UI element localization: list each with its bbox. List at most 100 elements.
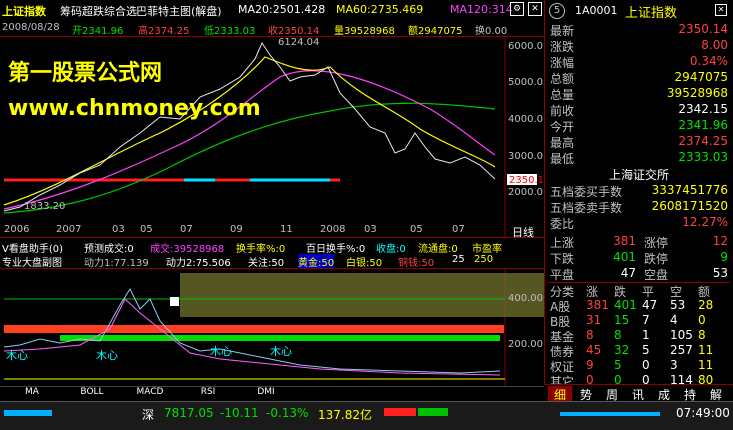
sub2-y-tick: 200.00 <box>508 339 543 350</box>
breadth-value: 401 <box>613 250 636 264</box>
open-label: 开2341.96 <box>72 26 124 37</box>
x-tick: 2006 <box>4 224 30 235</box>
table-row[interactable]: A股 381 401 47 53 28 <box>548 298 730 314</box>
y-tick: 3000.0 <box>508 151 543 162</box>
quote-row: 涨幅 0.34% <box>548 54 730 70</box>
date-label: 2008/08/28 <box>2 22 60 33</box>
table-row[interactable]: 债券 45 32 5 257 11 <box>548 343 730 359</box>
table-row[interactable]: 权证 9 5 0 3 11 <box>548 358 730 374</box>
breadth-value: 53 <box>712 266 728 280</box>
watermark-url: www.chnmoney.com <box>8 96 261 121</box>
sub1-title[interactable]: V看盘助手(0) <box>2 240 63 254</box>
breadth-label: 平盘 <box>550 268 575 282</box>
quote-value: 2947075 <box>674 70 728 84</box>
breadth-value: 381 <box>613 234 636 248</box>
period-label[interactable]: 日线 <box>512 224 534 240</box>
quote-value: 2350.14 <box>678 22 728 36</box>
quote-row: 总额 2947075 <box>548 70 730 86</box>
sub2-field: 动力1:77.139 <box>84 258 149 268</box>
tab-boll[interactable]: BOLL <box>72 387 112 401</box>
quote-value: 2333.03 <box>678 150 728 164</box>
table-cell: 8 <box>614 328 622 342</box>
quote-label: 涨跌 <box>550 40 575 54</box>
x-tick: 05 <box>140 224 153 235</box>
breadth-label: 空盘 <box>644 268 669 282</box>
tab-macd[interactable]: MACD <box>130 387 170 401</box>
sub2-y-tick: 400.00 <box>508 293 543 304</box>
sub2-chart-panel[interactable]: 400.00 200.00 木心 木心 木心 木心 <box>0 268 544 385</box>
sub2-field: 铜钱:50 <box>398 258 435 268</box>
table-cell: 15 <box>614 313 630 327</box>
breadth-label: 下跌 <box>550 252 575 266</box>
order-value: 2608171520 <box>651 199 728 213</box>
sub1-header: V看盘助手(0) 预测成交:0 成交:39528968 换手率%:0 百日换手%… <box>0 240 544 254</box>
close-icon[interactable]: ✕ <box>715 4 727 16</box>
status-indicator <box>4 410 52 416</box>
peak-label: 6124.04 <box>278 37 319 48</box>
number-badge: 5 <box>549 3 565 19</box>
x-tick: 03 <box>112 224 125 235</box>
table-header: 分类涨跌平空额 <box>548 282 730 299</box>
tab-dmi[interactable]: DMI <box>246 387 286 401</box>
order-value: 3337451776 <box>651 183 728 197</box>
advance-bar <box>384 408 416 416</box>
quote-row: 涨跌 8.00 <box>548 38 730 54</box>
sub1-field: 成交:39528968 <box>150 244 225 254</box>
x-tick: 05 <box>410 224 423 235</box>
quote-label: 今开 <box>550 120 575 134</box>
security-name: 上证指数 <box>625 6 678 21</box>
table-cell: 9 <box>586 358 594 372</box>
table-cell: 8 <box>586 328 594 342</box>
order-row: 委比 12.27% <box>548 215 730 231</box>
tab-ma[interactable]: MA <box>12 387 52 401</box>
table-cell: 45 <box>586 343 602 357</box>
low-label: 低2333.03 <box>204 26 256 37</box>
signal-label: 木心 <box>270 345 292 358</box>
quote-value: 0.34% <box>689 54 728 68</box>
signal-label: 木心 <box>210 345 232 358</box>
order-row: 五档委卖手数 2608171520 <box>548 199 730 215</box>
table-row[interactable]: 基金 8 8 1 105 8 <box>548 328 730 344</box>
amount-label: 额2947075 <box>408 26 463 37</box>
high-label: 高2374.25 <box>138 26 190 37</box>
sub1-field: 百日换手%:0 <box>306 244 366 254</box>
market-amount: 137.82亿 <box>318 408 372 422</box>
market-change: -10.11 <box>220 406 259 420</box>
table-cell: 3 <box>670 358 678 372</box>
table-cell: 381 <box>586 298 609 312</box>
table-cell: 47 <box>642 298 658 312</box>
sub1-field: 流通盘:0 <box>418 244 458 254</box>
table-cell: 257 <box>670 343 693 357</box>
quote-label: 最新 <box>550 24 575 38</box>
breadth-value: 9 <box>720 250 728 264</box>
sub2-title[interactable]: 专业大盘副图 <box>2 254 62 268</box>
x-tick: 11 <box>280 224 293 235</box>
signal-label: 木心 <box>96 349 118 362</box>
table-cell: 31 <box>586 313 602 327</box>
trough-label: 1833.20 <box>24 201 65 212</box>
sub2-field: 白银:50 <box>346 258 383 268</box>
table-cell: 4 <box>670 313 678 327</box>
quote-value: 2342.15 <box>678 102 728 116</box>
breadth-row: 平盘 47 空盘 53 <box>548 266 730 282</box>
quote-row: 最低 2333.03 <box>548 150 730 166</box>
last-price-tag: 2350.1 <box>509 175 544 186</box>
close-label: 收2350.14 <box>268 26 320 37</box>
y-tick: 2000.0 <box>508 187 543 198</box>
quote-value: 2341.96 <box>678 118 728 132</box>
breadth-value: 47 <box>620 266 636 280</box>
tab-rsi[interactable]: RSI <box>188 387 228 401</box>
table-cell: 1 <box>642 328 650 342</box>
breadth-row: 下跌 401 跌停 9 <box>548 250 730 266</box>
progress-indicator <box>560 412 660 416</box>
quote-value: 2374.25 <box>678 134 728 148</box>
x-tick: 2007 <box>56 224 82 235</box>
quote-label: 最高 <box>550 136 575 150</box>
quote-label: 总额 <box>550 72 575 86</box>
quote-label: 总量 <box>550 88 575 102</box>
sub1-field: 预测成交:0 <box>84 244 134 254</box>
table-cell: 7 <box>642 313 650 327</box>
table-row[interactable]: B股 31 15 7 4 0 <box>548 313 730 329</box>
table-cell: 5 <box>642 343 650 357</box>
status-bar: 深 7817.05 -10.11 -0.13% 137.82亿 07:49:00 <box>0 401 733 430</box>
